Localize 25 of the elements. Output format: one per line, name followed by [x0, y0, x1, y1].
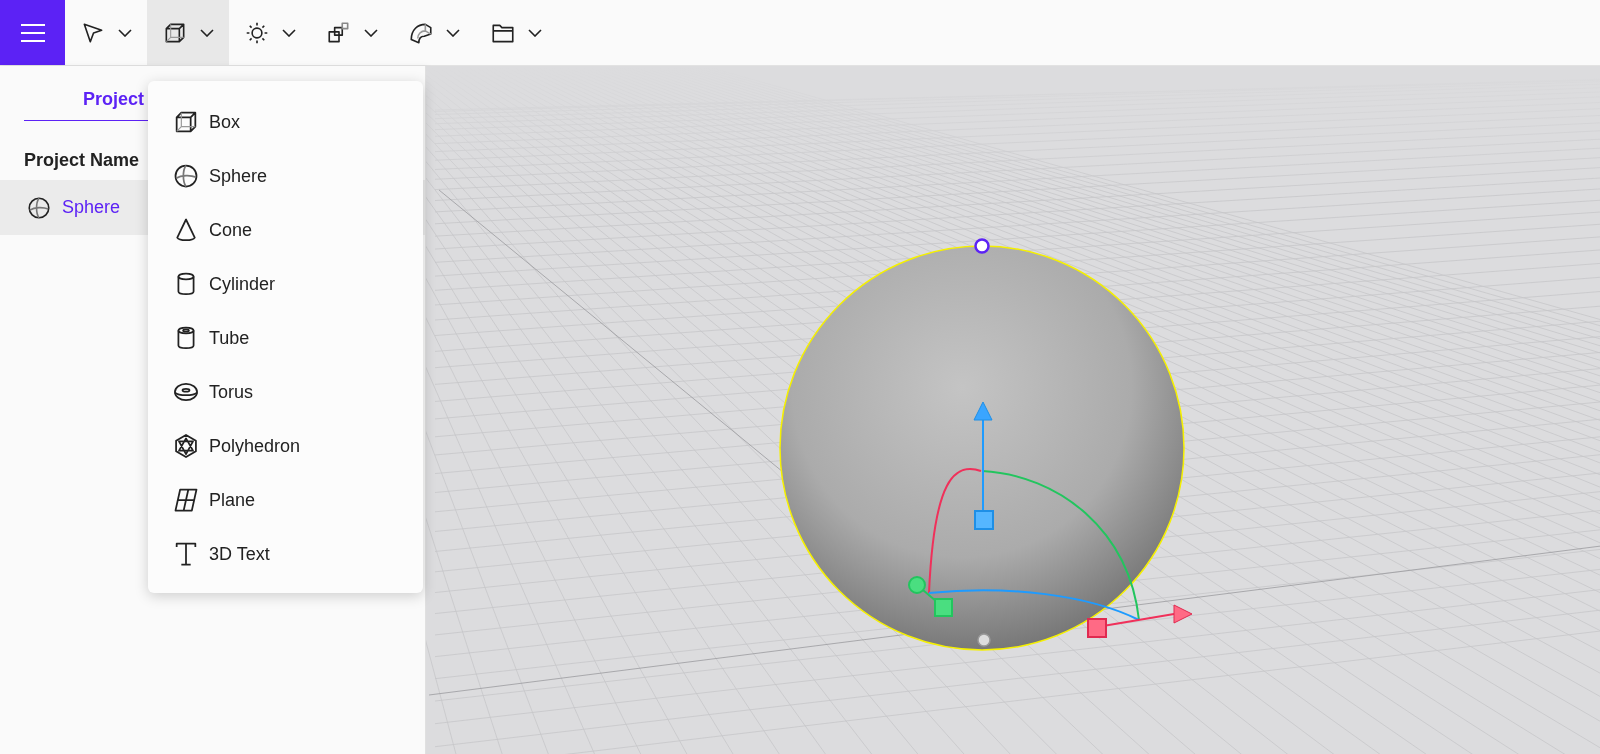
caret-icon [364, 28, 378, 37]
plane-icon [172, 486, 200, 514]
caret-icon [446, 28, 460, 37]
polyhedron-icon [172, 432, 200, 460]
caret-icon [200, 28, 214, 37]
sphere-icon [172, 162, 200, 190]
sphere-drawing[interactable] [779, 238, 1185, 651]
menu-item[interactable]: Plane [148, 473, 423, 527]
menu-item[interactable]: Tube [148, 311, 423, 365]
menu-button[interactable] [0, 0, 65, 65]
caret-icon [528, 28, 542, 37]
menu-item[interactable]: Cone [148, 203, 423, 257]
project-name-heading: Project Name [24, 149, 140, 171]
menu-item[interactable]: Polyhedron [148, 419, 423, 473]
menu-item[interactable]: Torus [148, 365, 423, 419]
menu-item[interactable]: 3D Text [148, 527, 423, 581]
menu-item[interactable]: Box [148, 95, 423, 149]
caret-icon [282, 28, 296, 37]
menu-item[interactable]: Sphere [148, 149, 423, 203]
menu-icon [20, 23, 45, 42]
sphere-icon [26, 194, 52, 221]
transform-gizmo-drawing[interactable] [908, 401, 1193, 638]
toolbar-button[interactable] [147, 0, 229, 65]
caret-icon [118, 28, 132, 37]
menu-item[interactable]: Cylinder [148, 257, 423, 311]
